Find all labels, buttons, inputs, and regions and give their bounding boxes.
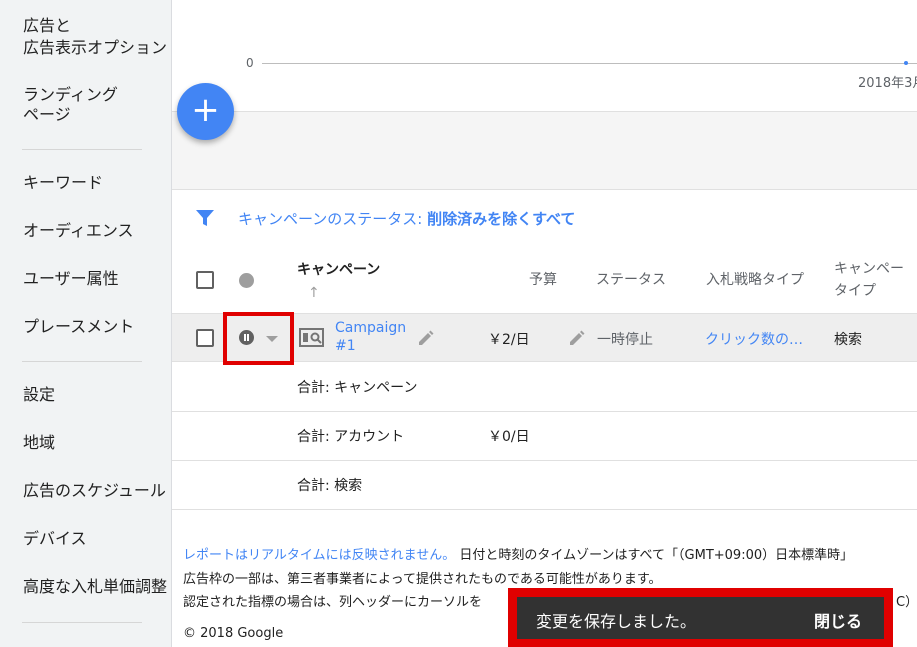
summary-label: 合計: アカウント <box>297 429 405 445</box>
column-header-bid-strategy[interactable]: 入札戦略タイプ <box>706 269 804 291</box>
plus-icon: + <box>191 90 220 130</box>
campaign-bid-strategy-link[interactable]: クリック数の… <box>705 329 803 349</box>
sidebar-item-landing-1[interactable]: ランディング <box>23 85 118 105</box>
table-header-row: キャンペーン ↑ 予算 ステータス 入札戦略タイプ キャンペー タイプ <box>172 250 917 314</box>
filter-label[interactable]: キャンペーンのステータス: 削除済みを除くすべて <box>238 208 575 229</box>
column-header-campaign-type-1[interactable]: キャンペー <box>834 258 904 280</box>
sort-arrow-icon[interactable]: ↑ <box>308 282 320 304</box>
snackbar-close-button[interactable]: 閉じる <box>814 608 862 632</box>
sidebar-item-audiences[interactable]: オーディエンス <box>23 221 134 241</box>
footer-line-3: 認定された指標の場合は、列ヘッダーにカーソルを <box>183 595 483 610</box>
summary-row: 合計: 検索 <box>172 461 917 510</box>
edit-budget-icon[interactable] <box>568 329 586 347</box>
campaign-budget: ￥2/日 <box>488 332 530 348</box>
status-column-icon <box>239 273 254 288</box>
copyright: © 2018 Google <box>183 626 284 641</box>
sidebar-item-advanced-bid[interactable]: 高度な入札単価調整 <box>23 577 167 597</box>
campaign-type: 検索 <box>834 332 862 348</box>
sidebar-divider <box>22 361 142 362</box>
column-header-campaign[interactable]: キャンペーン <box>297 259 380 281</box>
realtime-note-link[interactable]: レポートはリアルタイムには反映されません。 <box>183 548 455 563</box>
highlight-box-status <box>223 312 294 365</box>
campaign-status: 一時停止 <box>597 332 653 348</box>
filter-icon[interactable] <box>195 208 215 228</box>
filter-bar[interactable]: キャンペーンのステータス: 削除済みを除くすべて <box>172 196 917 240</box>
edit-name-icon[interactable] <box>417 329 435 347</box>
chart-x-axis-date: 2018年3月 <box>858 76 917 91</box>
sidebar-item-locations[interactable]: 地域 <box>23 433 55 453</box>
sidebar-item-ads-2[interactable]: 広告表示オプション <box>23 38 167 58</box>
sidebar-item-keywords[interactable]: キーワード <box>23 173 103 193</box>
sidebar: 広告と 広告表示オプション ランディング ページ キーワード オーディエンス ユ… <box>0 0 172 647</box>
campaign-name-link-2[interactable]: #1 <box>335 338 356 354</box>
performance-chart: 0 2018年3月 <box>172 0 917 112</box>
summary-budget: ￥0/日 <box>488 429 530 445</box>
sidebar-item-ads-1[interactable]: 広告と <box>23 16 71 36</box>
summary-label: 合計: キャンペーン <box>297 380 418 396</box>
campaign-name-link[interactable]: Campaign <box>335 320 406 336</box>
column-header-budget[interactable]: 予算 <box>529 269 557 291</box>
sidebar-item-landing-2[interactable]: ページ <box>23 105 71 125</box>
filter-value[interactable]: 削除済みを除くすべて <box>427 210 575 228</box>
chart-footer-band <box>172 112 917 190</box>
sidebar-divider <box>22 622 142 623</box>
select-all-checkbox[interactable] <box>196 271 214 289</box>
summary-row: 合計: キャンペーン <box>172 363 917 412</box>
search-campaign-icon <box>299 328 324 347</box>
chart-y-axis-zero: 0 <box>246 56 254 70</box>
summary-label: 合計: 検索 <box>297 478 363 494</box>
sidebar-item-settings[interactable]: 設定 <box>23 385 55 405</box>
footer-line-1: レポートはリアルタイムには反映されません。 日付と時刻のタイムゾーンはすべて「（… <box>183 548 854 563</box>
sidebar-item-devices[interactable]: デバイス <box>23 529 87 549</box>
footer-line-2: 広告枠の一部は、第三者事業者によって提供されたものである可能性があります。 <box>183 572 662 587</box>
footer-line-3-tail: C）の <box>896 595 917 610</box>
chart-baseline <box>262 63 917 64</box>
column-header-status[interactable]: ステータス <box>596 269 666 291</box>
column-header-campaign-type-2[interactable]: タイプ <box>834 280 876 302</box>
snackbar-message: 変更を保存しました。 <box>536 612 697 631</box>
sidebar-item-demographics[interactable]: ユーザー属性 <box>23 269 119 289</box>
chart-data-point <box>904 61 908 65</box>
row-checkbox[interactable] <box>196 329 214 347</box>
sidebar-item-ad-schedule[interactable]: 広告のスケジュール <box>23 481 166 501</box>
sidebar-divider <box>22 149 142 150</box>
summary-row: 合計: アカウント ￥0/日 <box>172 412 917 461</box>
snackbar: 変更を保存しました。 閉じる <box>517 597 884 639</box>
add-campaign-button[interactable]: + <box>177 83 234 140</box>
sidebar-item-placements[interactable]: プレースメント <box>23 317 134 337</box>
